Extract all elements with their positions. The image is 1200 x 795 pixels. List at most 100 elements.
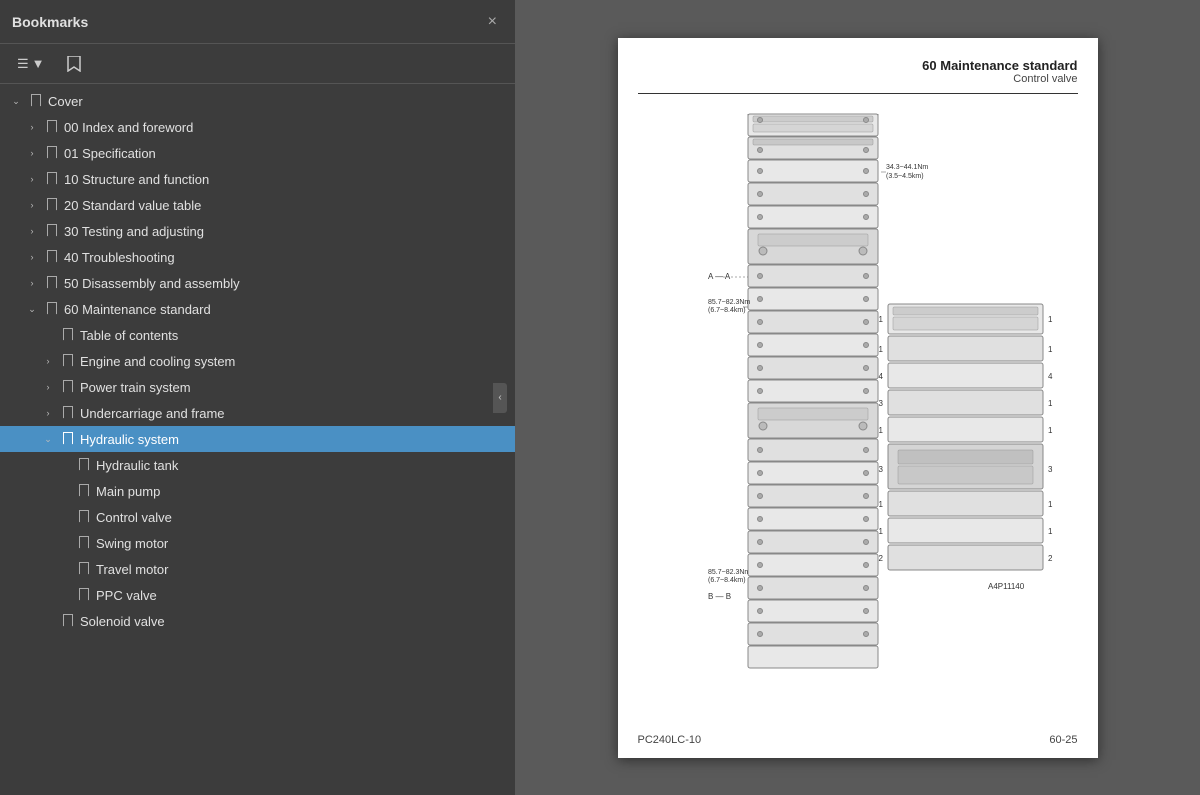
item-label-01-spec: 01 Specification (64, 146, 156, 161)
item-label-00-index: 00 Index and foreword (64, 120, 193, 135)
bookmark-icon-toc (61, 327, 75, 343)
tree-item-hydraulic[interactable]: ⌄ Hydraulic system (0, 426, 515, 452)
svg-text:85.7~82.3Nm: 85.7~82.3Nm (708, 569, 750, 576)
svg-text:3: 3 (1048, 465, 1053, 474)
item-label-10-struct: 10 Structure and function (64, 172, 209, 187)
page-content: 60 Maintenance standard Control valve (618, 38, 1098, 758)
panel-collapse-arrow[interactable]: ‹ (493, 383, 507, 413)
diagram-area: A — A 34.3~44.1Nm (3.5~4.5km) 85.7~82.3N… (638, 104, 1078, 684)
svg-text:(6.7~8.4km): (6.7~8.4km) (708, 577, 746, 584)
tree-item-toc[interactable]: › Table of contents (0, 322, 515, 348)
item-label-50-disasm: 50 Disassembly and assembly (64, 276, 240, 291)
svg-text:85.7~82.3Nm: 85.7~82.3Nm (708, 299, 750, 306)
svg-text:34.3~44.1Nm: 34.3~44.1Nm (886, 164, 928, 171)
bookmarks-panel: Bookmarks × ☰ ▼ ⌄ Cover › 00 Index and f… (0, 0, 515, 795)
tree-item-ppc-valve[interactable]: › PPC valve (0, 582, 515, 608)
tree-item-00-index[interactable]: › 00 Index and foreword (0, 114, 515, 140)
tree-item-10-struct[interactable]: › 10 Structure and function (0, 166, 515, 192)
svg-text:(3.5~4.5km): (3.5~4.5km) (886, 173, 924, 180)
bookmark-icon-main-pump (77, 483, 91, 499)
item-label-toc: Table of contents (80, 328, 178, 343)
bookmark-icon-swing-motor (77, 535, 91, 551)
expand-10-struct[interactable]: › (24, 171, 40, 187)
svg-text:1: 1 (878, 500, 883, 509)
bookmark-icon-cover (29, 93, 43, 109)
expand-undercarriage[interactable]: › (40, 405, 56, 421)
bookmark-icon-50 (45, 275, 59, 291)
expand-40-trouble[interactable]: › (24, 249, 40, 265)
svg-text:1: 1 (1048, 527, 1053, 536)
item-label-control-valve: Control valve (96, 510, 172, 525)
bookmark-tree[interactable]: ⌄ Cover › 00 Index and foreword › 01 Spe… (0, 84, 515, 795)
item-label-hydraulic-tank: Hydraulic tank (96, 458, 178, 473)
tree-item-30-test[interactable]: › 30 Testing and adjusting (0, 218, 515, 244)
item-label-powertrain: Power train system (80, 380, 191, 395)
item-label-hydraulic: Hydraulic system (80, 432, 179, 447)
tree-item-engine[interactable]: › Engine and cooling system (0, 348, 515, 374)
item-label-engine: Engine and cooling system (80, 354, 235, 369)
item-label-solenoid: Solenoid valve (80, 614, 165, 629)
tree-item-hydraulic-tank[interactable]: › Hydraulic tank (0, 452, 515, 478)
expand-50-disasm[interactable]: › (24, 275, 40, 291)
svg-text:4: 4 (878, 372, 883, 381)
bookmark-icon-ppc-valve (77, 587, 91, 603)
tree-item-40-trouble[interactable]: › 40 Troubleshooting (0, 244, 515, 270)
bookmark-icon-00 (45, 119, 59, 135)
view-icon: ☰ (17, 56, 29, 72)
svg-text:1: 1 (1048, 426, 1053, 435)
svg-text:B — B: B — B (708, 592, 731, 601)
panel-toolbar: ☰ ▼ (0, 44, 515, 84)
header-divider (638, 93, 1078, 94)
expand-engine[interactable]: › (40, 353, 56, 369)
tree-item-main-pump[interactable]: › Main pump (0, 478, 515, 504)
bookmark-icon-20 (45, 197, 59, 213)
svg-text:1: 1 (878, 315, 883, 324)
bookmark-button[interactable] (60, 52, 88, 76)
tree-item-60-maint[interactable]: ⌄ 60 Maintenance standard (0, 296, 515, 322)
tree-item-travel-motor[interactable]: › Travel motor (0, 556, 515, 582)
expand-20-std[interactable]: › (24, 197, 40, 213)
panel-header: Bookmarks × (0, 0, 515, 44)
view-options-button[interactable]: ☰ ▼ (10, 52, 52, 76)
expand-00-index[interactable]: › (24, 119, 40, 135)
bookmark-icon-30 (45, 223, 59, 239)
panel-title: Bookmarks (12, 14, 88, 30)
item-label-20-std: 20 Standard value table (64, 198, 201, 213)
item-label-40-trouble: 40 Troubleshooting (64, 250, 175, 265)
item-label-main-pump: Main pump (96, 484, 160, 499)
tree-item-20-std[interactable]: › 20 Standard value table (0, 192, 515, 218)
bookmark-icon (67, 56, 81, 72)
expand-60-maint[interactable]: ⌄ (24, 301, 40, 317)
expand-cover[interactable]: ⌄ (8, 93, 24, 109)
tree-item-cover[interactable]: ⌄ Cover (0, 88, 515, 114)
bookmark-icon-travel-motor (77, 561, 91, 577)
tree-item-undercarriage[interactable]: › Undercarriage and frame (0, 400, 515, 426)
bookmark-icon-10 (45, 171, 59, 187)
item-label-travel-motor: Travel motor (96, 562, 168, 577)
bookmark-icon-01 (45, 145, 59, 161)
tree-item-01-spec[interactable]: › 01 Specification (0, 140, 515, 166)
svg-text:1: 1 (878, 527, 883, 536)
tree-item-swing-motor[interactable]: › Swing motor (0, 530, 515, 556)
tree-item-solenoid[interactable]: › Solenoid valve (0, 608, 515, 634)
close-button[interactable]: × (482, 11, 503, 33)
item-label-60-maint: 60 Maintenance standard (64, 302, 211, 317)
bookmark-icon-solenoid (61, 613, 75, 629)
tree-item-50-disasm[interactable]: › 50 Disassembly and assembly (0, 270, 515, 296)
expand-30-test[interactable]: › (24, 223, 40, 239)
tree-item-powertrain[interactable]: › Power train system (0, 374, 515, 400)
tree-item-control-valve[interactable]: › Control valve (0, 504, 515, 530)
svg-text:A4P11140: A4P11140 (988, 582, 1025, 591)
footer-page: 60-25 (1049, 734, 1077, 746)
item-label-30-test: 30 Testing and adjusting (64, 224, 204, 239)
bookmark-icon-undercarriage (61, 405, 75, 421)
document-view: 60 Maintenance standard Control valve (515, 0, 1200, 795)
svg-text:1: 1 (1048, 399, 1053, 408)
bookmark-icon-hydraulic (61, 431, 75, 447)
expand-01-spec[interactable]: › (24, 145, 40, 161)
bookmark-icon-powertrain (61, 379, 75, 395)
svg-text:1: 1 (1048, 345, 1053, 354)
item-label-ppc-valve: PPC valve (96, 588, 157, 603)
expand-hydraulic[interactable]: ⌄ (40, 431, 56, 447)
expand-powertrain[interactable]: › (40, 379, 56, 395)
